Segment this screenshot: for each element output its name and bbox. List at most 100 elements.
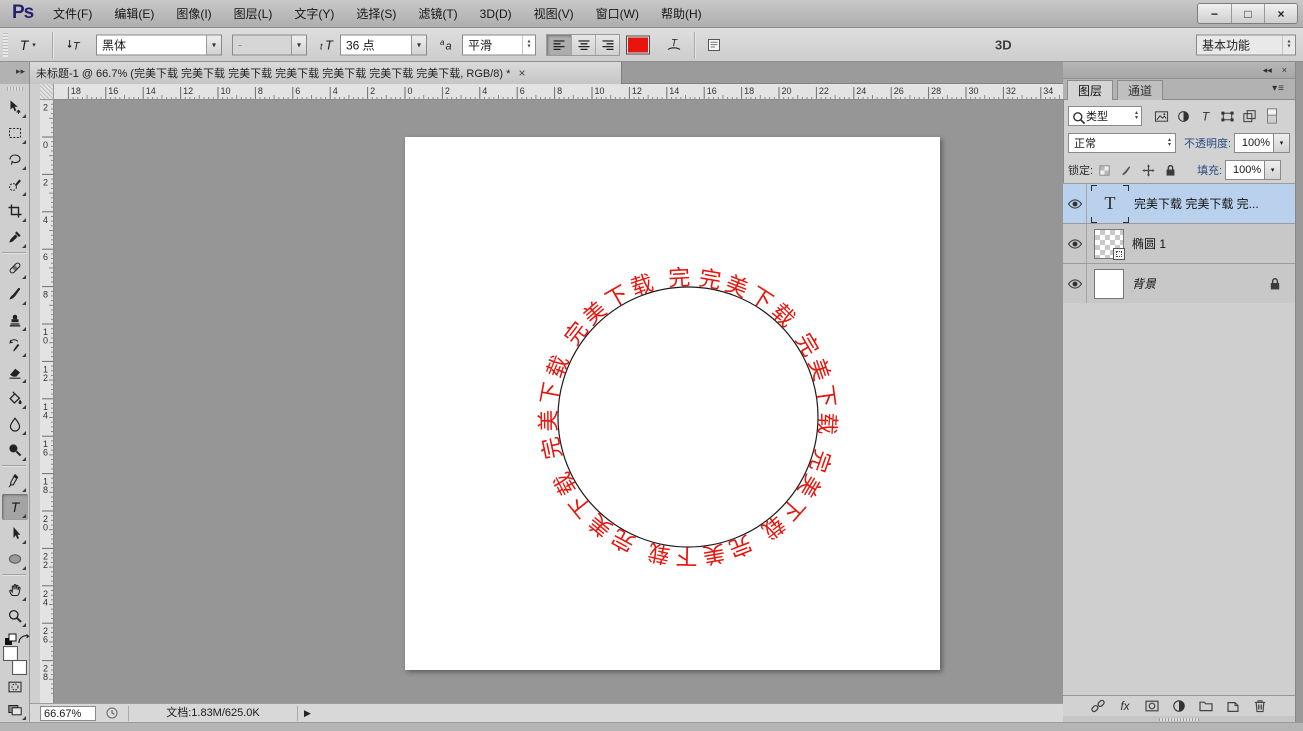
layer-name[interactable]: 椭圆 1 [1132, 235, 1166, 252]
font-style-select[interactable]: -▾ [232, 34, 307, 55]
layer-style-button[interactable]: fx [1117, 698, 1133, 714]
align-center-button[interactable] [571, 35, 595, 55]
foreground-background-swatches[interactable] [2, 645, 28, 675]
path-selection-tool[interactable] [2, 520, 28, 546]
menu-视图(V)[interactable]: 视图(V) [523, 0, 585, 28]
anti-alias-select[interactable]: 平滑▴▾ [462, 34, 536, 55]
filter-smart-objects-button[interactable] [1238, 106, 1260, 126]
delete-layer-button[interactable] [1252, 698, 1268, 714]
zoom-tool[interactable] [2, 603, 28, 629]
layer-row-background[interactable]: 背景 [1063, 264, 1295, 304]
panel-menu-icon[interactable]: ▾≡ [1272, 83, 1285, 94]
menu-选择(S)[interactable]: 选择(S) [345, 0, 407, 28]
lock-transparent-button[interactable] [1093, 160, 1115, 180]
path-text[interactable]: 完美下载 完美下载 完美下载 完美下载 完美下载 完美下载 完美下载 完美下载 [405, 137, 840, 569]
lock-all-button[interactable] [1159, 160, 1181, 180]
close-button[interactable]: × [1264, 4, 1297, 23]
canvas-viewport[interactable]: 完美下载 完美下载 完美下载 完美下载 完美下载 完美下载 完美下载 完美下载 [54, 100, 1063, 703]
menu-3D(D)[interactable]: 3D(D) [469, 0, 523, 28]
brush-tool[interactable] [2, 281, 28, 307]
layer-name[interactable]: 完美下载 完美下载 完... [1134, 195, 1259, 212]
layer-row-text[interactable]: T 完美下载 完美下载 完... [1063, 184, 1295, 224]
menu-图像(I)[interactable]: 图像(I) [165, 0, 222, 28]
tab-layers[interactable]: 图层 [1067, 80, 1113, 100]
adjustment-layer-button[interactable] [1171, 698, 1187, 714]
layer-row-ellipse[interactable]: 椭圆 1 [1063, 224, 1295, 264]
quick-selection-tool[interactable] [2, 172, 28, 198]
opacity-label[interactable]: 不透明度: [1184, 135, 1231, 151]
collapse-panels-icon[interactable]: ◂◂ [1263, 65, 1272, 76]
new-layer-button[interactable] [1225, 698, 1241, 714]
type-tool[interactable]: T [2, 494, 28, 520]
menu-图层(L)[interactable]: 图层(L) [223, 0, 284, 28]
font-size-select[interactable]: 36 点▾ [340, 34, 427, 55]
maximize-button[interactable]: □ [1231, 4, 1264, 23]
warp-text-button[interactable]: T [662, 34, 686, 56]
screen-mode-button[interactable] [2, 699, 28, 722]
default-swap-colors[interactable] [3, 632, 27, 643]
blend-mode-select[interactable]: 正常 ▴▾ [1068, 133, 1176, 153]
new-group-button[interactable] [1198, 698, 1214, 714]
crop-tool[interactable] [2, 198, 28, 224]
status-arrow-icon[interactable]: ▶ [304, 708, 311, 719]
spot-healing-tool[interactable] [2, 255, 28, 281]
opacity-dropdown[interactable]: ▾ [1274, 133, 1290, 153]
dock-edge[interactable] [1295, 62, 1303, 722]
filter-type-layers-button[interactable]: T [1194, 106, 1216, 126]
lock-move-button[interactable] [1137, 160, 1159, 180]
toolbar-collapse[interactable]: ▸▸ [0, 62, 30, 84]
tab-close-icon[interactable]: × [516, 66, 527, 80]
menu-帮助(H)[interactable]: 帮助(H) [650, 0, 713, 28]
menu-文件(F)[interactable]: 文件(F) [42, 0, 103, 28]
clone-stamp-tool[interactable] [2, 307, 28, 333]
add-mask-button[interactable] [1144, 698, 1160, 714]
document-canvas[interactable]: 完美下载 完美下载 完美下载 完美下载 完美下载 完美下载 完美下载 完美下载 [405, 137, 940, 670]
font-family-select[interactable]: 黑体▾ [96, 34, 222, 55]
history-brush-tool[interactable] [2, 333, 28, 359]
text-color-swatch[interactable] [626, 35, 650, 54]
background-color-swatch[interactable] [12, 660, 27, 675]
vertical-ruler[interactable]: 20246810121416182022242628 [40, 100, 54, 703]
layer-thumbnail-text[interactable]: T [1094, 188, 1126, 220]
document-tab[interactable]: 未标题-1 @ 66.7% (完美下载 完美下载 完美下载 完美下载 完美下载 … [30, 62, 622, 84]
ruler-corner[interactable] [40, 84, 54, 100]
rect-marquee-tool[interactable] [2, 120, 28, 146]
link-layers-button[interactable] [1090, 698, 1106, 714]
menu-文字(Y)[interactable]: 文字(Y) [283, 0, 345, 28]
lock-paint-button[interactable] [1115, 160, 1137, 180]
char-panel-button[interactable] [702, 34, 726, 56]
filter-toggle-switch[interactable] [1264, 108, 1280, 124]
layer-name[interactable]: 背景 [1132, 275, 1156, 292]
type-tool-preset[interactable]: T ▾ [14, 34, 38, 56]
fill-dropdown[interactable]: ▾ [1265, 160, 1281, 180]
layer-thumbnail-background[interactable] [1094, 269, 1124, 299]
foreground-color-swatch[interactable] [3, 646, 18, 661]
filter-shape-layers-button[interactable] [1216, 106, 1238, 126]
fill-label[interactable]: 填充: [1197, 162, 1222, 178]
menu-滤镜(T)[interactable]: 滤镜(T) [407, 0, 468, 28]
visibility-toggle[interactable] [1063, 224, 1087, 263]
visibility-toggle[interactable] [1063, 184, 1087, 223]
align-right-button[interactable] [595, 35, 619, 55]
lasso-tool[interactable] [2, 146, 28, 172]
eraser-tool[interactable] [2, 359, 28, 385]
pen-tool[interactable] [2, 468, 28, 494]
filter-type-select[interactable]: 类型 ▴▾ [1068, 106, 1142, 126]
visibility-toggle[interactable] [1063, 264, 1087, 303]
zoom-level-field[interactable]: 66.67% [40, 706, 96, 721]
hand-tool[interactable] [2, 577, 28, 603]
minimize-button[interactable]: − [1198, 4, 1231, 23]
live-preview-icon[interactable] [104, 705, 120, 721]
blur-tool[interactable] [2, 411, 28, 437]
menu-编辑(E)[interactable]: 编辑(E) [103, 0, 165, 28]
eyedropper-tool[interactable] [2, 224, 28, 250]
horizontal-ruler[interactable]: 1816141210864202468101214161820222426283… [54, 84, 1063, 100]
text-orientation-button[interactable]: T [62, 34, 86, 56]
fill-field[interactable]: 100% [1225, 160, 1265, 180]
filter-adjustment-layers-button[interactable] [1172, 106, 1194, 126]
tab-channels[interactable]: 通道 [1117, 80, 1163, 100]
workspace-select[interactable]: 基本功能▴▾ [1196, 34, 1296, 55]
layer-thumbnail-shape[interactable] [1094, 229, 1124, 259]
dodge-tool[interactable] [2, 437, 28, 463]
move-tool[interactable] [2, 94, 28, 120]
